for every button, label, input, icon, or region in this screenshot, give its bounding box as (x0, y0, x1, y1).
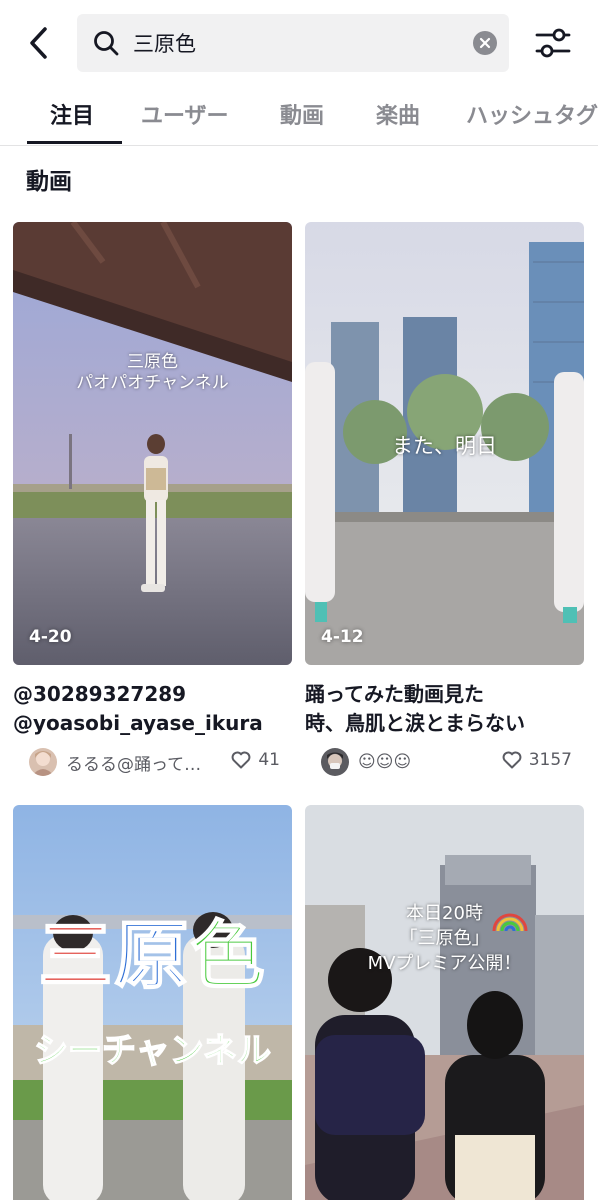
avatar[interactable] (29, 748, 57, 776)
author-name[interactable]: るるる@踊ってみた (66, 750, 206, 775)
video-overlay-text: 三原色 パオパオチャンネル (76, 352, 229, 393)
sliders-icon (535, 28, 571, 58)
rainbow-icon (492, 913, 528, 932)
tab-videos[interactable]: 動画 (280, 98, 324, 130)
video-thumbnail-image (13, 222, 292, 665)
video-date: 4-20 (29, 627, 72, 647)
back-button[interactable] (22, 24, 54, 62)
video-meta: ☺︎☺︎☺︎ 3157 (305, 747, 584, 777)
video-thumbnail-image (13, 805, 292, 1200)
tab-hashtags[interactable]: ハッシュタグ (466, 98, 598, 130)
section-title: 動画 (26, 169, 72, 195)
video-title[interactable]: 踊ってみた動画見た 時、鳥肌と涙とまらない (305, 680, 584, 738)
active-tab-indicator (27, 141, 122, 144)
video-card[interactable]: 三原色 パオパオチャンネル 4-20 @30289327289 @yoasobi… (13, 222, 292, 777)
video-date: 4-12 (321, 627, 364, 647)
clear-search-button[interactable] (473, 31, 497, 55)
video-thumbnail[interactable]: 三原色 パオパオチャンネル 4-20 (13, 222, 292, 665)
clear-icon (479, 37, 491, 49)
video-card[interactable]: 三原色 シーチャンネル (13, 805, 292, 1200)
tab-users[interactable]: ユーザー (141, 98, 229, 130)
video-thumbnail[interactable]: 三原色 シーチャンネル (13, 805, 292, 1200)
filter-button[interactable] (534, 27, 572, 59)
video-card[interactable]: 本日20時 「三原色」 MVプレミア公開！ (305, 805, 584, 1200)
top-bar (0, 0, 598, 86)
search-icon (94, 31, 119, 56)
title-glyph: 三 (38, 913, 115, 999)
video-overlay-subtext: シーチャンネル (33, 1030, 271, 1072)
video-thumbnail[interactable]: また、明日 4-12 (305, 222, 584, 665)
search-tabs: 注目 ユーザー 動画 楽曲 ハッシュタグ (0, 86, 598, 146)
heart-icon (502, 751, 522, 769)
like-count: 41 (231, 750, 280, 770)
search-input[interactable] (133, 24, 453, 62)
video-thumbnail-image (305, 805, 584, 1200)
chevron-left-icon (30, 27, 47, 59)
video-card[interactable]: また、明日 4-12 踊ってみた動画見た 時、鳥肌と涙とまらない ☺︎☺︎☺︎ … (305, 222, 584, 777)
tab-top[interactable]: 注目 (50, 98, 94, 130)
like-count: 3157 (502, 750, 572, 770)
avatar[interactable] (321, 748, 349, 776)
video-title[interactable]: @30289327289 @yoasobi_ayase_ikura (13, 680, 292, 738)
title-glyph: 色 (190, 913, 267, 999)
tab-sounds[interactable]: 楽曲 (376, 98, 420, 130)
title-glyph: 原 (114, 913, 191, 999)
video-overlay-text: 三原色 (13, 913, 292, 999)
video-thumbnail[interactable]: 本日20時 「三原色」 MVプレミア公開！ (305, 805, 584, 1200)
video-overlay-text: 本日20時 「三原色」 MVプレミア公開！ (367, 903, 522, 974)
video-meta: るるる@踊ってみた 41 (13, 747, 292, 777)
heart-icon (231, 751, 251, 769)
video-overlay-text: また、明日 (392, 434, 497, 458)
author-name[interactable]: ☺︎☺︎☺︎ (358, 752, 498, 772)
search-bar[interactable] (77, 14, 509, 72)
